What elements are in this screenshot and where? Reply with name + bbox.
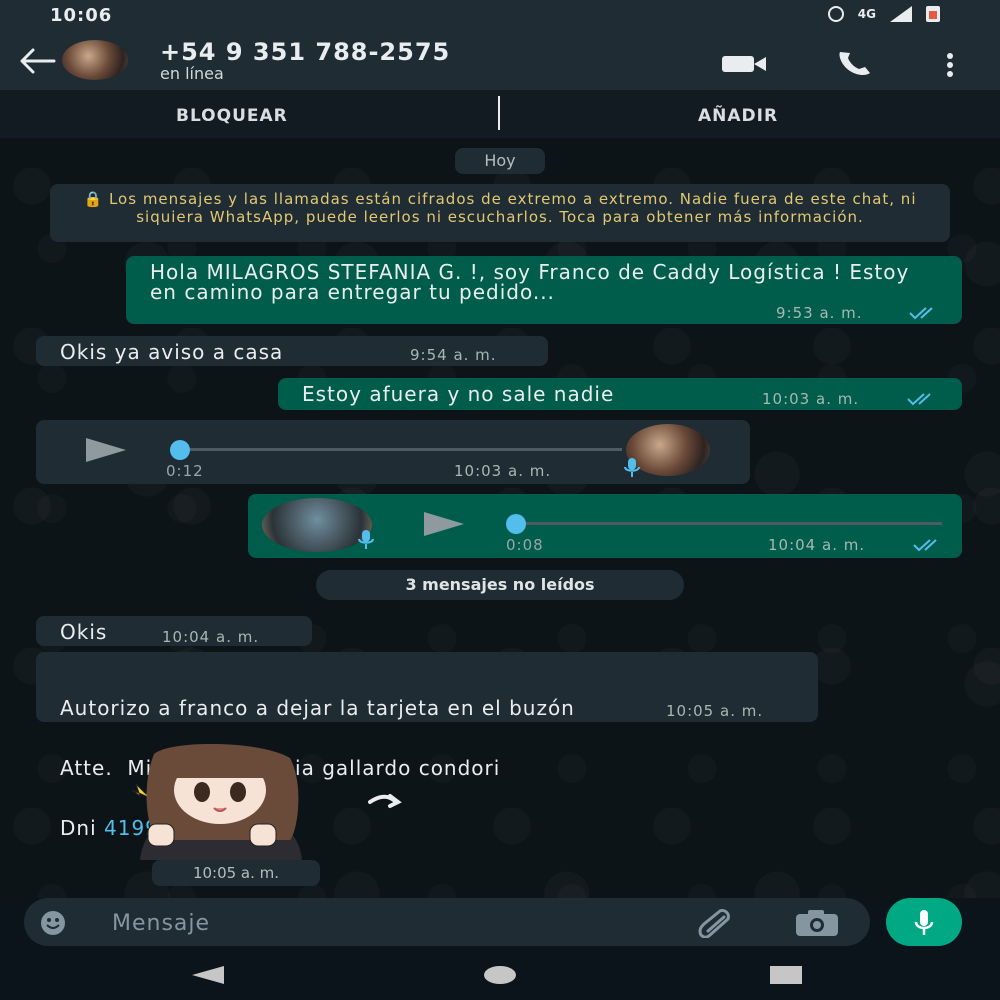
message-composer	[24, 898, 870, 946]
chat-area[interactable]: Hoy 🔒 Los mensajes y las llamadas están …	[0, 138, 1000, 898]
action-divider	[498, 96, 500, 130]
emoji-icon[interactable]	[40, 910, 66, 936]
encryption-notice[interactable]: 🔒 Los mensajes y las llamadas están cifr…	[50, 184, 950, 242]
message-input[interactable]	[110, 906, 674, 940]
nav-recents-icon[interactable]	[770, 966, 802, 984]
message-text: Hola MILAGROS STEFANIA G. !, soy Franco …	[150, 260, 917, 304]
message-time: 10:04 a. m.	[162, 628, 260, 646]
message-incoming[interactable]: Okis ya aviso a casa 9:54 a. m.	[36, 336, 548, 366]
voice-seek-knob[interactable]	[170, 440, 190, 460]
video-call-icon[interactable]	[720, 54, 768, 74]
voice-record-button[interactable]	[886, 898, 962, 946]
message-outgoing[interactable]: Estoy afuera y no sale nadie 10:03 a. m.	[278, 378, 962, 410]
nav-home-icon[interactable]	[484, 966, 516, 984]
message-incoming[interactable]: Okis 10:04 a. m.	[36, 616, 312, 646]
message-line: Autorizo a franco a dejar la tarjeta en …	[60, 696, 575, 720]
status-icons: 4G	[827, 6, 940, 22]
message-time: 10:03 a. m.	[454, 462, 552, 480]
back-arrow-icon[interactable]	[18, 46, 56, 76]
microphone-icon	[914, 910, 934, 935]
message-text: Okis	[60, 620, 108, 644]
read-ticks-icon	[909, 307, 933, 320]
read-ticks-icon	[907, 393, 931, 406]
message-time: 10:05 a. m.	[666, 702, 764, 720]
play-icon[interactable]	[86, 438, 126, 462]
alarm-icon	[827, 6, 844, 22]
unread-messages-pill: 3 mensajes no leídos	[316, 570, 684, 600]
message-line-prefix: Dni	[60, 816, 104, 840]
voice-track[interactable]	[514, 522, 942, 525]
unknown-contact-actions: BLOQUEAR AÑADIR	[0, 90, 1000, 138]
voice-duration: 0:12	[166, 462, 204, 480]
voice-seek-knob[interactable]	[506, 514, 526, 534]
sticker-time: 10:05 a. m.	[152, 860, 320, 886]
message-time: 9:53 a. m.	[776, 304, 863, 322]
voice-duration: 0:08	[506, 536, 544, 554]
voice-message-incoming[interactable]: 0:12 10:03 a. m.	[36, 420, 750, 484]
signal-icon	[890, 6, 912, 22]
message-incoming[interactable]: Autorizo a franco a dejar la tarjeta en …	[36, 652, 818, 838]
status-time: 10:06	[50, 5, 113, 26]
read-ticks-icon	[913, 539, 937, 552]
message-time: 9:54 a. m.	[410, 346, 497, 364]
contact-name[interactable]: +54 9 351 788-2575	[160, 38, 450, 66]
battery-icon	[926, 6, 940, 22]
add-contact-button[interactable]: AÑADIR	[698, 106, 778, 126]
voice-track[interactable]	[176, 448, 622, 451]
message-text: Estoy afuera y no sale nadie	[302, 382, 615, 406]
phone-icon[interactable]	[834, 48, 874, 78]
anime-girl-sticker[interactable]	[120, 744, 420, 862]
message-time: 10:03 a. m.	[762, 390, 860, 408]
message-outgoing[interactable]: Hola MILAGROS STEFANIA G. !, soy Franco …	[126, 256, 962, 324]
date-pill: Hoy	[455, 148, 545, 174]
play-icon[interactable]	[424, 512, 464, 536]
contact-avatar[interactable]	[62, 40, 128, 80]
network-type: 4G	[857, 7, 876, 21]
message-text: Okis ya aviso a casa	[60, 340, 284, 364]
block-button[interactable]: BLOQUEAR	[176, 106, 288, 126]
status-bar: 10:06 4G	[0, 0, 1000, 32]
nav-back-icon[interactable]	[192, 966, 224, 984]
mic-icon	[624, 458, 640, 477]
attach-icon[interactable]	[692, 908, 734, 938]
chat-header: +54 9 351 788-2575 en línea	[0, 32, 1000, 90]
more-options-icon[interactable]	[938, 50, 962, 80]
sender-avatar	[262, 498, 372, 552]
contact-status: en línea	[160, 64, 224, 83]
mic-icon	[358, 530, 374, 549]
message-time: 10:04 a. m.	[768, 536, 866, 554]
system-navigation-bar	[0, 950, 1000, 1000]
voice-message-outgoing[interactable]: 0:08 10:04 a. m.	[248, 494, 962, 558]
camera-icon[interactable]	[794, 908, 840, 938]
